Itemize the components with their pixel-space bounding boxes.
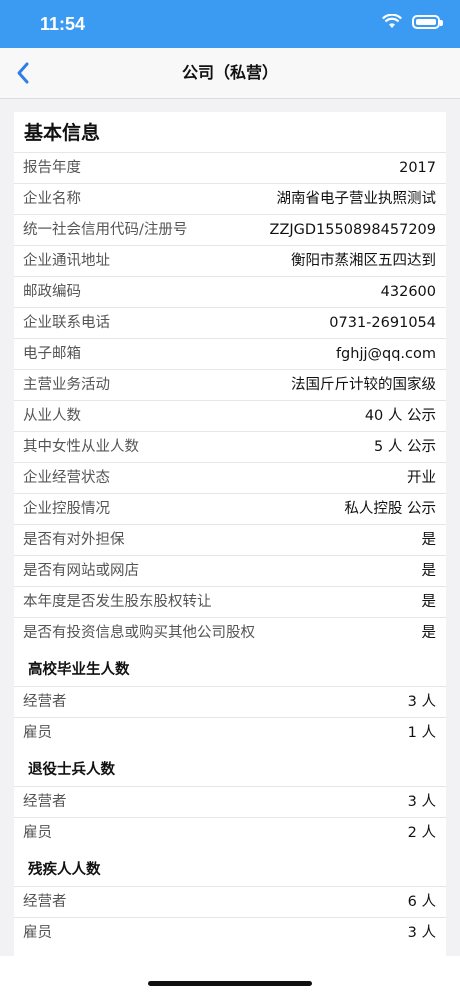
info-row-main-business: 主营业务活动 法国斤斤计较的国家级 xyxy=(14,369,446,400)
row-label: 雇员 xyxy=(23,825,52,841)
veterans-operator-row: 经营者 3 人 xyxy=(14,786,446,817)
info-row-equity-transfer: 本年度是否发生股东股权转让 是 xyxy=(14,586,446,617)
row-value: 5 人 公示 xyxy=(374,439,436,455)
row-value: 湖南省电子营业执照测试 xyxy=(276,191,437,207)
row-value: 0731-2691054 xyxy=(329,315,436,331)
row-value: 私人控股 公示 xyxy=(344,501,436,517)
row-label: 经营者 xyxy=(23,694,67,710)
row-label: 是否有网站或网店 xyxy=(23,563,139,579)
info-row-employees: 从业人数 40 人 公示 xyxy=(14,400,446,431)
section-graduates: 高校毕业生人数 xyxy=(28,662,130,678)
graduates-employee-row: 雇员 1 人 xyxy=(14,717,446,748)
card-title: 基本信息 xyxy=(24,122,101,144)
status-bar: 11:54 xyxy=(0,0,460,48)
info-row-operating-status: 企业经营状态 开业 xyxy=(14,462,446,493)
row-label: 企业控股情况 xyxy=(23,501,110,517)
info-row-credit-code: 统一社会信用代码/注册号 ZZJGD1550898457209 xyxy=(14,214,446,245)
info-row-postcode: 邮政编码 432600 xyxy=(14,276,446,307)
row-value: 3 人 xyxy=(407,694,436,710)
row-label: 企业名称 xyxy=(23,191,81,207)
basic-info-card: 基本信息 报告年度 2017 企业名称 湖南省电子营业执照测试 统一社会信用代码/注… xyxy=(14,112,446,972)
row-value: 3 人 xyxy=(407,794,436,810)
disabled-employee-row: 雇员 3 人 xyxy=(14,917,446,948)
battery-icon xyxy=(412,14,443,29)
info-row-email: 电子邮箱 fghjj@qq.com xyxy=(14,338,446,369)
row-value: 1 人 xyxy=(407,725,436,741)
info-row-phone: 企业联系电话 0731-2691054 xyxy=(14,307,446,338)
row-value: 40 人 公示 xyxy=(364,408,436,424)
row-label: 企业通讯地址 xyxy=(23,253,110,269)
info-row-website: 是否有网站或网店 是 xyxy=(14,555,446,586)
row-label: 企业经营状态 xyxy=(23,470,110,486)
row-label: 邮政编码 xyxy=(23,284,81,300)
row-label: 从业人数 xyxy=(23,408,81,424)
row-value: 6 人 xyxy=(407,894,436,910)
veterans-employee-row: 雇员 2 人 xyxy=(14,817,446,848)
row-label: 电子邮箱 xyxy=(23,346,81,362)
row-label: 本年度是否发生股东股权转让 xyxy=(23,594,212,610)
page-title: 公司（私营） xyxy=(181,63,278,82)
info-row-female-employees: 其中女性从业人数 5 人 公示 xyxy=(14,431,446,462)
row-label: 是否有投资信息或购买其他公司股权 xyxy=(23,625,255,641)
home-indicator[interactable] xyxy=(148,981,312,986)
disabled-operator-row: 经营者 6 人 xyxy=(14,886,446,917)
row-label: 雇员 xyxy=(23,925,52,941)
wifi-icon xyxy=(382,14,402,28)
row-label: 其中女性从业人数 xyxy=(23,439,139,455)
status-icons xyxy=(382,14,443,29)
row-label: 经营者 xyxy=(23,794,67,810)
row-label: 统一社会信用代码/注册号 xyxy=(23,222,188,238)
row-label: 是否有对外担保 xyxy=(23,532,125,548)
info-row-report-year: 报告年度 2017 xyxy=(14,152,446,183)
bottom-area xyxy=(0,956,460,996)
row-value: 是 xyxy=(421,532,437,548)
info-row-investment: 是否有投资信息或购买其他公司股权 是 xyxy=(14,617,446,648)
row-value: 是 xyxy=(421,563,437,579)
row-label: 主营业务活动 xyxy=(23,377,110,393)
info-row-company-name: 企业名称 湖南省电子营业执照测试 xyxy=(14,183,446,214)
info-row-guarantee: 是否有对外担保 是 xyxy=(14,524,446,555)
row-value: 2 人 xyxy=(407,825,436,841)
row-value: 2017 xyxy=(399,160,436,176)
row-value: 是 xyxy=(421,594,437,610)
nav-bar: 公司（私营） xyxy=(0,48,460,99)
section-disabled: 残疾人人数 xyxy=(28,862,101,878)
row-label: 经营者 xyxy=(23,894,67,910)
row-value: ZZJGD1550898457209 xyxy=(269,222,436,238)
row-label: 报告年度 xyxy=(23,160,81,176)
row-value: fghjj@qq.com xyxy=(335,346,436,362)
row-value: 衡阳市蒸湘区五四达到 xyxy=(291,253,436,269)
row-label: 企业联系电话 xyxy=(23,315,110,331)
graduates-operator-row: 经营者 3 人 xyxy=(14,686,446,717)
row-value: 是 xyxy=(421,625,437,641)
row-value: 法国斤斤计较的国家级 xyxy=(291,377,436,393)
section-veterans: 退役士兵人数 xyxy=(28,762,115,778)
info-row-address: 企业通讯地址 衡阳市蒸湘区五四达到 xyxy=(14,245,446,276)
row-label: 雇员 xyxy=(23,725,52,741)
row-value: 开业 xyxy=(407,470,436,486)
info-row-holding: 企业控股情况 私人控股 公示 xyxy=(14,493,446,524)
row-value: 432600 xyxy=(380,284,436,300)
status-time: 11:54 xyxy=(40,14,86,34)
row-value: 3 人 xyxy=(407,925,436,941)
